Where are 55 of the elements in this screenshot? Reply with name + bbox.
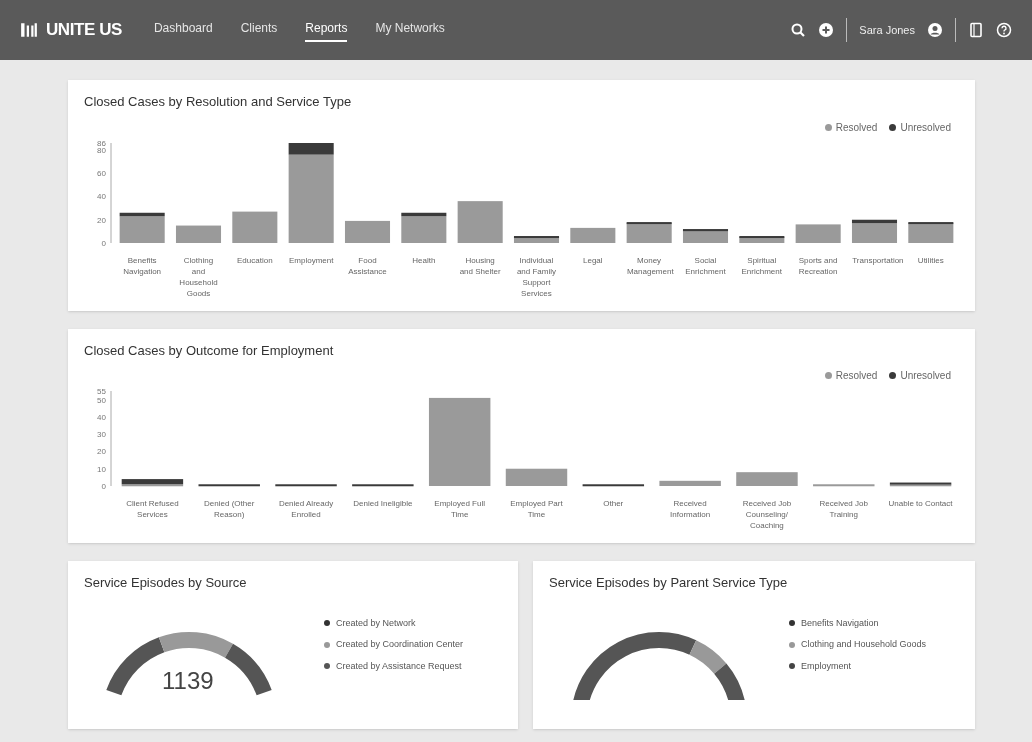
legend-label: Employment: [801, 659, 852, 673]
category-label: Received Job Training: [818, 498, 869, 521]
legend-label: Resolved: [835, 120, 878, 135]
category-label: Individual and Family Support Services: [515, 254, 557, 299]
y-tick-label: 0: [101, 238, 106, 247]
y-tick-label: 20: [97, 447, 106, 457]
category-label: Received Job Counseling/ Coaching: [741, 498, 793, 531]
category-label: Transportation: [851, 254, 903, 267]
category-label: Spiritual Enrichment: [740, 254, 783, 278]
category-label: Health: [411, 254, 437, 267]
legend-label: Created by Assistance Request: [336, 659, 462, 673]
category-label: Clothing and Household Goods: [178, 254, 219, 299]
category-label: Client Refused Services: [125, 498, 180, 521]
category-label: Other: [602, 498, 625, 510]
legend-label: Created by Coordination Center: [336, 638, 464, 651]
y-tick-label: 55: [97, 387, 106, 396]
category-label: Legal: [582, 254, 604, 267]
legend-label: Created by Network: [336, 616, 416, 630]
card-title: Closed Cases by Resolution and Service Type: [84, 93, 353, 111]
legend-label: Unresolved: [900, 120, 951, 135]
category-label: Utilities: [916, 254, 945, 267]
category-label: Employed Full Time: [433, 498, 486, 521]
y-tick-label: 20: [97, 215, 106, 225]
total-count: 1139: [162, 666, 214, 695]
category-label: Housing and Shelter: [458, 254, 502, 278]
y-tick-label: 80: [97, 145, 106, 155]
legend-label: Unresolved: [900, 369, 951, 383]
category-label: Education: [236, 254, 274, 267]
category-label: Denied Ineligible: [352, 498, 414, 510]
y-tick-label: 86: [97, 138, 106, 148]
logo-text: UNITE US: [46, 19, 122, 42]
category-label: Denied (Other Reason): [203, 498, 256, 521]
y-tick-label: 40: [97, 412, 106, 422]
category-label: Sports and Recreation: [797, 254, 839, 278]
y-tick-label: 40: [97, 192, 106, 201]
legend-label: Resolved: [835, 369, 878, 383]
y-tick-label: 60: [97, 168, 106, 178]
y-tick-label: 0: [101, 482, 106, 490]
category-label: Food Assistance: [347, 254, 388, 278]
y-tick-label: 30: [97, 430, 106, 440]
category-label: Benefits Navigation: [122, 254, 163, 278]
y-tick-label: 50: [97, 395, 106, 405]
category-label: Employed Part Time: [509, 498, 564, 521]
card-title: Closed Cases by Outcome for Employment: [84, 341, 335, 360]
category-label: Received Information: [669, 498, 712, 521]
category-label: Denied Already Enrolled: [277, 498, 335, 521]
legend-label: Benefits Navigation: [801, 616, 879, 630]
category-label: Social Enrichment: [684, 254, 727, 278]
category-label: Employment: [288, 254, 335, 267]
y-tick-label: 10: [97, 464, 106, 474]
card-title: Service Episodes by Parent Service Type: [549, 574, 789, 592]
category-label: Money Management: [625, 254, 675, 278]
legend-label: Clothing and Household Goods: [801, 638, 927, 651]
category-label: Unable to Contact: [887, 498, 954, 510]
card-title: Service Episodes by Source: [84, 574, 248, 592]
